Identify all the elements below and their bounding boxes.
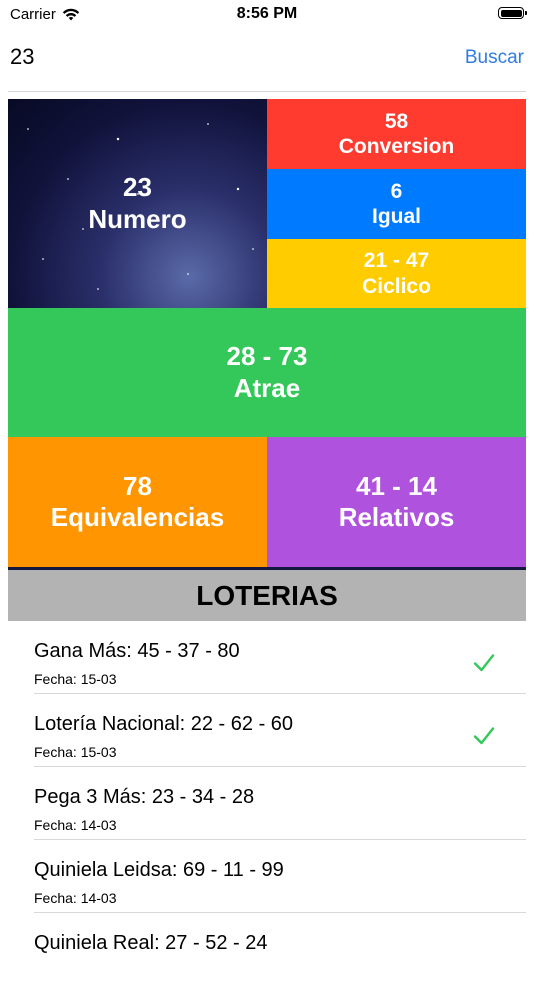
search-bar: Buscar (0, 40, 534, 76)
ciclico-value: 21 - 47 (363, 249, 430, 273)
atrae-value: 28 - 73 (226, 341, 308, 372)
ciclico-tile: 21 - 47 Ciclico (267, 239, 526, 308)
list-item-title: Quiniela Leidsa: 69 - 11 - 99 (34, 859, 284, 881)
list-item-date: Fecha: 14-03 (34, 890, 117, 906)
search-input[interactable] (10, 42, 390, 72)
status-bar: Carrier 8:56 PM (0, 0, 534, 32)
equivalencias-value: 78 (123, 470, 152, 501)
list-item-title: Quiniela Real: 27 - 52 - 24 (34, 932, 268, 954)
atrae-label: Atrae (233, 372, 301, 403)
atrae-tile: 28 - 73 Atrae (8, 308, 526, 437)
relativos-label: Relativos (338, 502, 455, 532)
list-item[interactable]: Gana Más: 45 - 37 - 80 Fecha: 15-03 (8, 621, 526, 694)
status-time: 8:56 PM (236, 5, 298, 22)
ciclico-label: Ciclico (362, 274, 431, 298)
numero-value: 23 (123, 172, 152, 203)
divider (8, 91, 526, 92)
igual-label: Igual (371, 205, 421, 228)
numero-label: Numero (88, 203, 187, 234)
list-item-title: Lotería Nacional: 22 - 62 - 60 (34, 713, 294, 735)
igual-value: 6 (390, 179, 403, 203)
loterias-list: Gana Más: 45 - 37 - 80 Fecha: 15-03 Lote… (8, 621, 526, 986)
conversion-label: Conversion (338, 135, 455, 158)
numero-tile: 23 Numero (8, 99, 267, 308)
list-item[interactable]: Lotería Nacional: 22 - 62 - 60 Fecha: 15… (8, 694, 526, 767)
battery-icon (498, 7, 527, 19)
conversion-value: 58 (384, 109, 409, 133)
equivalencias-label: Equivalencias (50, 502, 225, 532)
relativos-tile: 41 - 14 Relativos (267, 437, 526, 567)
loterias-header: LOTERIAS (8, 570, 526, 621)
checkmark-icon (473, 654, 495, 672)
list-item-title: Pega 3 Más: 23 - 34 - 28 (34, 786, 255, 808)
list-item-date: Fecha: 15-03 (34, 744, 117, 760)
list-item-date: Fecha: 14-03 (34, 817, 117, 833)
list-item[interactable]: Pega 3 Más: 23 - 34 - 28 Fecha: 14-03 (8, 767, 526, 840)
igual-tile: 6 Igual (267, 169, 526, 239)
list-item-title: Gana Más: 45 - 37 - 80 (34, 640, 240, 662)
result-grid: 23 Numero 58 Conversion 6 Igual 21 - 47 … (8, 99, 526, 570)
relativos-value: 41 - 14 (356, 470, 437, 501)
list-item-date: Fecha: 15-03 (34, 671, 117, 687)
equivalencias-tile: 78 Equivalencias (8, 437, 267, 567)
checkmark-icon (473, 727, 495, 745)
conversion-tile: 58 Conversion (267, 99, 526, 169)
list-item[interactable]: Quiniela Leidsa: 69 - 11 - 99 Fecha: 14-… (8, 840, 526, 913)
search-button[interactable]: Buscar (465, 47, 524, 69)
